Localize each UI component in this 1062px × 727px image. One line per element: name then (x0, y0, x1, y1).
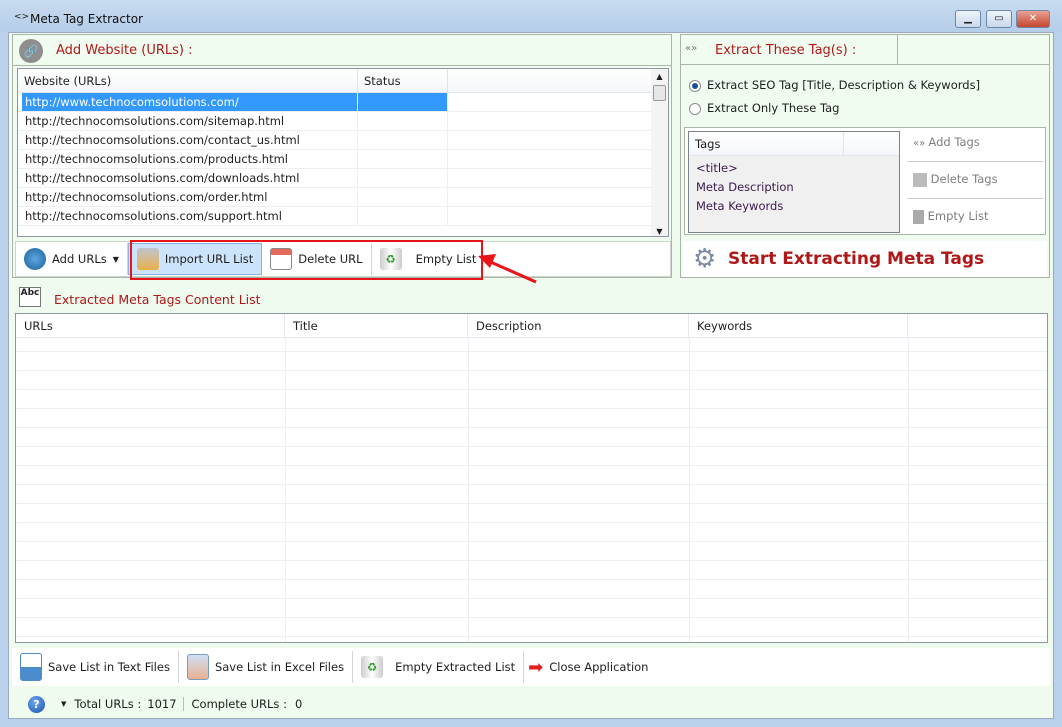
column-header-tags[interactable]: Tags (689, 132, 844, 155)
scroll-thumb[interactable] (653, 85, 666, 101)
dropdown-arrow-icon[interactable]: ▼ (61, 700, 66, 708)
minimize-button[interactable]: ▁ (955, 10, 981, 28)
status-cell (358, 150, 448, 168)
save-excel-label: Save List in Excel Files (214, 660, 345, 674)
extract-tags-panel: «» Extract These Tag(s) : Extract SEO Ta… (680, 34, 1050, 278)
add-tags-label: Add Tags (928, 135, 980, 149)
abc-icon: Abc (19, 287, 41, 307)
maximize-button[interactable]: ▭ (986, 10, 1012, 28)
column-header-title[interactable]: Title (285, 314, 468, 337)
gear-icon: ⚙ (693, 244, 717, 274)
radio-extract-seo[interactable]: Extract SEO Tag [Title, Description & Ke… (689, 78, 980, 92)
url-cell: http://technocomsolutions.com/sitemap.ht… (22, 112, 358, 130)
app-icon: <> (14, 12, 30, 22)
tag-code-icon: «» (913, 138, 929, 149)
extract-tags-title: Extract These Tag(s) : (715, 43, 857, 58)
radio-extract-only[interactable]: Extract Only These Tag (689, 101, 839, 115)
save-excel-button[interactable]: Save List in Excel Files (179, 651, 354, 683)
save-text-icon (20, 653, 42, 681)
bottom-toolbar: Save List in Text Files Save List in Exc… (12, 648, 1050, 686)
tag-item[interactable]: Meta Keywords (696, 197, 892, 216)
add-urls-label: Add URLs (52, 252, 107, 266)
url-row[interactable]: http://technocomsolutions.com/order.html (18, 188, 668, 207)
tag-item[interactable]: <title> (696, 159, 892, 178)
status-cell (358, 188, 448, 206)
url-cell: http://technocomsolutions.com/downloads.… (22, 169, 358, 187)
url-cell: http://technocomsolutions.com/support.ht… (22, 207, 358, 225)
delete-tags-label: Delete Tags (930, 172, 998, 186)
recycle-bin-icon (913, 209, 924, 224)
url-row[interactable]: http://technocomsolutions.com/products.h… (18, 150, 668, 169)
status-cell (358, 112, 448, 130)
empty-extracted-button[interactable]: ♻ Empty Extracted List (353, 651, 525, 683)
status-cell (358, 131, 448, 149)
radio-button-selected[interactable] (689, 79, 701, 92)
tags-list[interactable]: Tags <title> Meta Description Meta Keyword… (688, 131, 900, 233)
radio-button[interactable] (689, 102, 701, 115)
status-bar: ? ▼ Total URLs : 1017 Complete URLs : 0 (12, 691, 1050, 717)
extracted-grid[interactable]: URLs Title Description Keywords (15, 313, 1048, 643)
column-header-urls[interactable]: URLs (16, 314, 285, 337)
column-header-keywords[interactable]: Keywords (689, 314, 908, 337)
url-list[interactable]: Website (URLs) Status http://www.technoco… (17, 68, 669, 237)
exit-icon: ➡ (528, 656, 544, 678)
empty-extracted-label: Empty Extracted List (395, 660, 516, 674)
radio-only-label: Extract Only These Tag (707, 101, 840, 115)
add-website-title: Add Website (URLs) : (56, 43, 193, 58)
status-cell (358, 207, 448, 225)
delete-tags-button[interactable]: Delete Tags (913, 172, 998, 187)
start-extracting-label: Start Extracting Meta Tags (728, 249, 985, 269)
recycle-bin-icon: ♻ (361, 656, 384, 678)
close-application-label: Close Application (549, 660, 649, 674)
status-cell (358, 93, 448, 111)
empty-tags-label: Empty List (927, 209, 989, 223)
column-header-description[interactable]: Description (468, 314, 689, 337)
radio-seo-label: Extract SEO Tag [Title, Description & Ke… (707, 78, 981, 92)
url-row[interactable]: http://technocomsolutions.com/downloads.… (18, 169, 668, 188)
column-header-website[interactable]: Website (URLs) (18, 69, 358, 92)
add-urls-button[interactable]: Add URLs ▼ (16, 243, 128, 275)
title-bar: <> Meta Tag Extractor ▁ ▭ ✕ (0, 0, 1062, 32)
link-icon: 🔗 (19, 39, 43, 63)
tag-item[interactable]: Meta Description (696, 178, 892, 197)
total-urls-label: Total URLs : (74, 697, 142, 711)
url-cell: http://technocomsolutions.com/order.html (22, 188, 358, 206)
vertical-scrollbar[interactable]: ▲ ▼ (651, 69, 668, 236)
save-text-label: Save List in Text Files (48, 660, 170, 674)
tag-code-icon: «» (685, 43, 698, 54)
add-tags-button[interactable]: «» Add Tags (913, 135, 980, 149)
close-application-button[interactable]: ➡ Close Application (524, 651, 656, 683)
total-urls-value: 1017 (147, 697, 184, 711)
scroll-up-icon[interactable]: ▲ (651, 69, 668, 85)
url-row[interactable]: http://technocomsolutions.com/contact_us… (18, 131, 668, 150)
status-cell (358, 169, 448, 187)
column-header-status[interactable]: Status (358, 69, 448, 92)
url-row[interactable]: http://www.technocomsolutions.com/ (18, 93, 668, 112)
delete-table-icon (913, 172, 927, 187)
globe-icon (24, 248, 46, 270)
complete-urls-value: 0 (294, 697, 303, 711)
scroll-down-icon[interactable]: ▼ (651, 227, 668, 236)
highlight-box (130, 240, 483, 280)
save-text-button[interactable]: Save List in Text Files (12, 651, 179, 683)
start-extracting-button[interactable]: ⚙ Start Extracting Meta Tags (683, 241, 1047, 277)
window-title: Meta Tag Extractor (30, 12, 143, 26)
close-button[interactable]: ✕ (1016, 10, 1050, 28)
url-cell: http://technocomsolutions.com/products.h… (22, 150, 358, 168)
save-excel-icon (186, 654, 209, 680)
dropdown-arrow-icon: ▼ (112, 254, 119, 264)
extracted-title: Extracted Meta Tags Content List (54, 292, 261, 307)
url-row[interactable]: http://technocomsolutions.com/sitemap.ht… (18, 112, 668, 131)
empty-tags-button[interactable]: Empty List (913, 209, 989, 224)
url-cell: http://www.technocomsolutions.com/ (22, 93, 358, 111)
url-row[interactable]: http://technocomsolutions.com/support.ht… (18, 207, 668, 226)
complete-urls-label: Complete URLs : (191, 697, 287, 711)
help-icon[interactable]: ? (28, 695, 45, 713)
url-cell: http://technocomsolutions.com/contact_us… (22, 131, 358, 149)
annotation-arrow (478, 254, 537, 284)
